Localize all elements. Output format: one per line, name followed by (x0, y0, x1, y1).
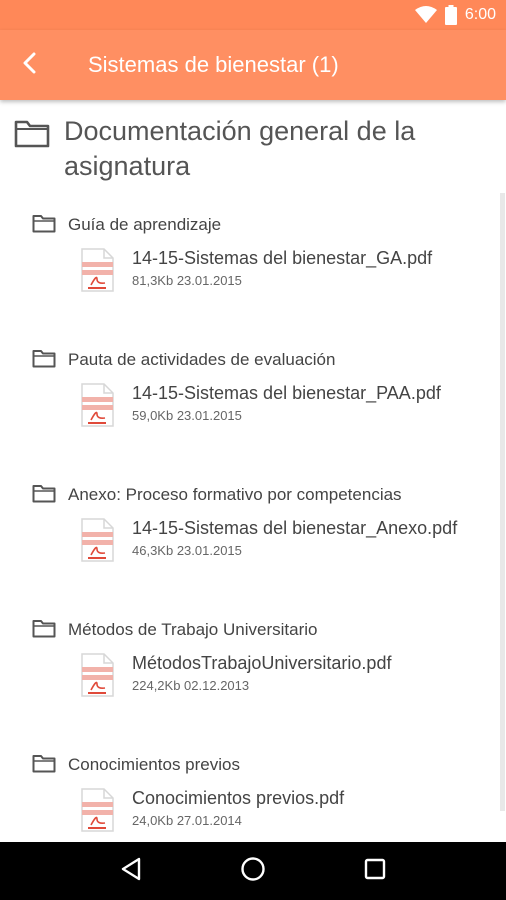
file-item[interactable]: MétodosTrabajoUniversitario.pdf 224,2Kb … (80, 651, 391, 702)
file-name: 14-15-Sistemas del bienestar_Anexo.pdf (132, 518, 458, 538)
file-item[interactable]: 14-15-Sistemas del bienestar_GA.pdf 81,3… (80, 246, 432, 297)
app-bar: Sistemas de bienestar (1) (0, 30, 506, 100)
folder-icon (32, 213, 56, 238)
file-name: 14-15-Sistemas del bienestar_PAA.pdf (132, 383, 441, 403)
folder-item[interactable]: Pauta de actividades de evaluación (32, 347, 335, 373)
file-item[interactable]: 14-15-Sistemas del bienestar_PAA.pdf 59,… (80, 381, 441, 432)
file-text: 14-15-Sistemas del bienestar_Anexo.pdf 4… (132, 516, 457, 560)
folder-name: Anexo: Proceso formativo por competencia… (68, 485, 402, 504)
folder-list: Guía de aprendizaje 14-15-Sistemas del b… (0, 212, 500, 842)
folder-name: Métodos de Trabajo Universitario (68, 620, 318, 639)
back-triangle-icon (120, 857, 142, 886)
file-text: 14-15-Sistemas del bienestar_PAA.pdf 59,… (132, 381, 441, 425)
pdf-file-icon (80, 248, 114, 297)
folder-group: Anexo: Proceso formativo por competencia… (0, 482, 500, 617)
folder-item[interactable]: Guía de aprendizaje (32, 212, 221, 238)
back-button[interactable] (0, 30, 60, 100)
folder-icon (32, 348, 56, 373)
pdf-file-icon (80, 518, 114, 567)
page-title: Sistemas de bienestar (1) (88, 52, 339, 77)
nav-home-button[interactable] (233, 851, 273, 891)
pdf-file-icon (80, 653, 114, 702)
folder-name: Guía de aprendizaje (68, 215, 222, 234)
status-bar: 6:00 (0, 0, 506, 30)
wifi-icon (414, 6, 437, 24)
scrollbar[interactable] (500, 193, 505, 811)
section-header: Documentación general de la asignatura (0, 100, 506, 184)
folder-group: Guía de aprendizaje 14-15-Sistemas del b… (0, 212, 500, 347)
battery-icon (444, 5, 457, 25)
chevron-left-icon (21, 52, 39, 79)
folder-item[interactable]: Anexo: Proceso formativo por competencia… (32, 482, 402, 508)
file-item[interactable]: Conocimientos previos.pdf 24,0Kb 27.01.2… (80, 786, 344, 837)
folder-icon (32, 618, 56, 643)
file-meta: 46,3Kb 23.01.2015 (132, 543, 242, 558)
folder-icon (14, 118, 50, 153)
folder-group: Conocimientos previos Conocimientos prev… (0, 752, 500, 842)
home-circle-icon (240, 856, 266, 887)
file-item[interactable]: 14-15-Sistemas del bienestar_Anexo.pdf 4… (80, 516, 457, 567)
system-nav-bar (0, 842, 506, 900)
folder-name: Pauta de actividades de evaluación (68, 350, 336, 369)
file-meta: 59,0Kb 23.01.2015 (132, 408, 242, 423)
file-meta: 224,2Kb 02.12.2013 (132, 678, 250, 693)
folder-item[interactable]: Métodos de Trabajo Universitario (32, 617, 317, 643)
folder-item[interactable]: Conocimientos previos (32, 752, 240, 778)
folder-group: Pauta de actividades de evaluación 14-15… (0, 347, 500, 482)
pdf-file-icon (80, 383, 114, 432)
file-meta: 81,3Kb 23.01.2015 (132, 273, 242, 288)
folder-group: Métodos de Trabajo Universitario Métodos… (0, 617, 500, 752)
nav-recents-button[interactable] (355, 851, 395, 891)
file-text: Conocimientos previos.pdf 24,0Kb 27.01.2… (132, 786, 344, 830)
folder-name: Conocimientos previos (68, 755, 240, 774)
file-text: MétodosTrabajoUniversitario.pdf 224,2Kb … (132, 651, 391, 695)
file-text: 14-15-Sistemas del bienestar_GA.pdf 81,3… (132, 246, 432, 290)
section-title: Documentación general de la asignatura (64, 116, 416, 181)
status-time: 6:00 (464, 6, 496, 23)
recents-square-icon (364, 858, 386, 885)
content-area[interactable]: Documentación general de la asignatura G… (0, 100, 506, 842)
folder-icon (32, 483, 56, 508)
nav-back-button[interactable] (111, 851, 151, 891)
file-name: MétodosTrabajoUniversitario.pdf (132, 653, 392, 673)
folder-icon (32, 753, 56, 778)
file-name: Conocimientos previos.pdf (132, 788, 345, 808)
file-name: 14-15-Sistemas del bienestar_GA.pdf (132, 248, 433, 268)
pdf-file-icon (80, 788, 114, 837)
file-meta: 24,0Kb 27.01.2014 (132, 813, 242, 828)
